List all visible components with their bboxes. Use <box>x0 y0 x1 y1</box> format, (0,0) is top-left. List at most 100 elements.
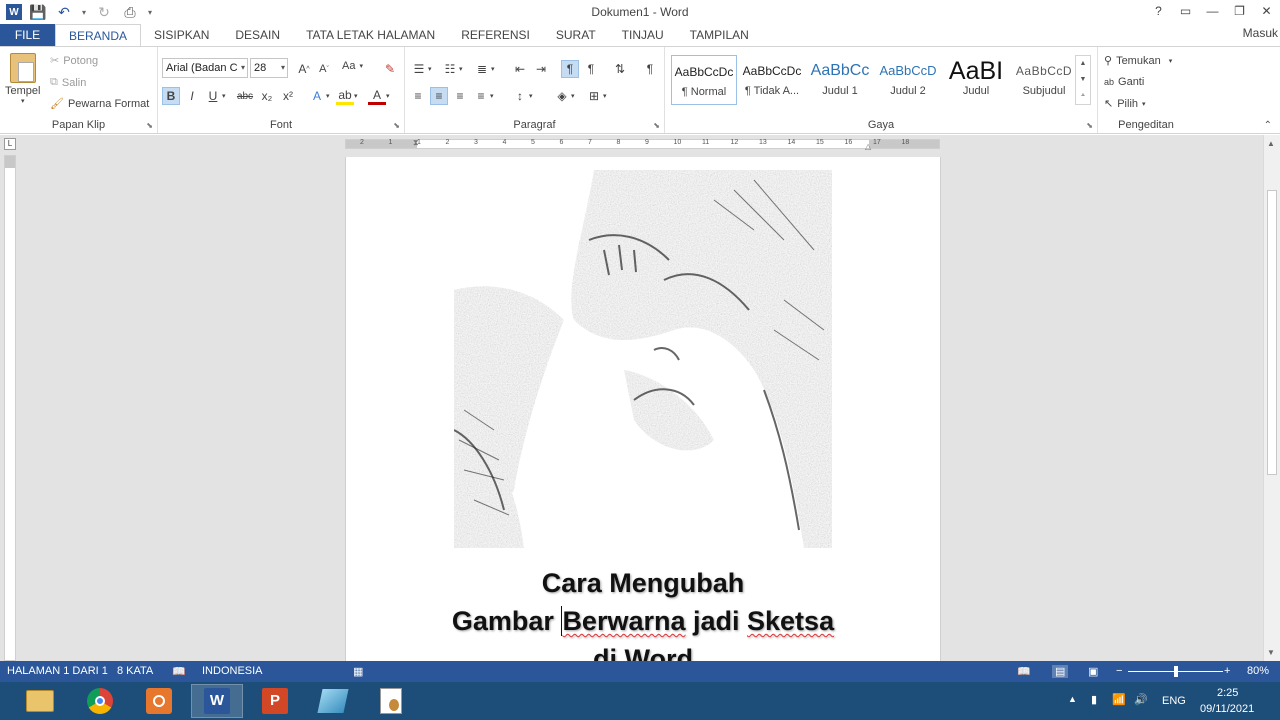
restore-button[interactable]: ❐ <box>1226 0 1253 22</box>
style-title[interactable]: AaBI Judul <box>943 55 1009 105</box>
style-normal[interactable]: AaBbCcDc ¶ Normal <box>671 55 737 105</box>
taskbar-app[interactable] <box>307 684 359 718</box>
tab-surat[interactable]: SURAT <box>543 24 609 46</box>
tab-tampilan[interactable]: TAMPILAN <box>677 24 762 46</box>
vertical-ruler[interactable] <box>4 155 16 661</box>
zoom-out-icon[interactable]: − <box>1116 665 1122 677</box>
font-color-button[interactable]: A ▾ <box>368 87 390 105</box>
tab-sisipkan[interactable]: SISIPKAN <box>141 24 222 46</box>
indent-marker[interactable]: ⧗ <box>413 138 419 148</box>
show-marks-button[interactable]: ¶ <box>641 60 659 78</box>
copy-button[interactable]: ⧉ Salin <box>50 76 86 89</box>
decrease-indent-button[interactable]: ⇤ <box>511 60 529 78</box>
tab-tata-letak[interactable]: TATA LETAK HALAMAN <box>293 24 448 46</box>
tab-tinjau[interactable]: TINJAU <box>609 24 677 46</box>
volume-icon[interactable]: 🔊 <box>1134 693 1148 706</box>
web-layout-icon[interactable]: ▣ <box>1088 665 1098 678</box>
more-icon[interactable]: ⩡ <box>1081 92 1085 100</box>
document-title-text[interactable]: Cara Mengubah Gambar Berwarna jadi Skets… <box>346 564 940 661</box>
styles-gallery-scroll[interactable]: ▲ ▼ ⩡ <box>1075 55 1091 105</box>
clock-time[interactable]: 2:25 <box>1217 687 1238 699</box>
font-name-field[interactable]: Arial (Badan C ▾ <box>162 58 248 78</box>
align-left-button[interactable]: ≡ <box>409 87 427 105</box>
word-count[interactable]: 8 KATA <box>117 665 153 677</box>
highlight-button[interactable]: ab ▾ <box>336 87 358 105</box>
help-button[interactable]: ? <box>1145 0 1172 22</box>
proofing-icon[interactable]: 📖 <box>172 665 186 678</box>
taskbar-file-explorer[interactable] <box>14 684 66 718</box>
shading-button[interactable]: ◈ ▾ <box>553 87 574 105</box>
increase-indent-button[interactable]: ⇥ <box>532 60 550 78</box>
chevron-down-icon[interactable]: ▼ <box>1080 76 1087 83</box>
document-page[interactable]: Cara Mengubah Gambar Berwarna jadi Skets… <box>345 157 941 661</box>
numbering-button[interactable]: ☷ ▾ <box>441 60 463 78</box>
change-case-button[interactable]: Aa ▾ <box>342 60 363 72</box>
clock-date[interactable]: 09/11/2021 <box>1200 703 1254 715</box>
vertical-scrollbar[interactable]: ▲ ▼ <box>1263 135 1280 661</box>
find-button[interactable]: ⚲ Temukan ▾ <box>1104 54 1172 68</box>
subscript-button[interactable]: x₂ <box>258 87 276 105</box>
styles-launcher-icon[interactable]: ⬊ <box>1086 121 1093 130</box>
taskbar-recorder[interactable] <box>133 684 185 718</box>
borders-button[interactable]: ⊞ ▾ <box>585 87 607 105</box>
scroll-up-icon[interactable]: ▲ <box>1267 139 1275 148</box>
sign-in-link[interactable]: Masuk <box>1243 26 1278 40</box>
style-subtitle[interactable]: AaBbCcD Subjudul <box>1011 55 1077 105</box>
select-button[interactable]: ↖ Pilih ▾ <box>1104 97 1146 111</box>
chevron-up-icon[interactable]: ▲ <box>1080 60 1087 67</box>
paste-button[interactable]: Tempel ▾ <box>5 53 40 105</box>
align-center-button[interactable]: ≡ <box>430 87 448 105</box>
taskbar-word[interactable]: W <box>191 684 243 718</box>
clipboard-launcher-icon[interactable]: ⬊ <box>146 121 153 130</box>
zoom-level[interactable]: 80% <box>1247 665 1269 677</box>
scroll-down-icon[interactable]: ▼ <box>1267 648 1275 657</box>
ltr-button[interactable]: ¶ <box>561 60 579 78</box>
tray-expand-icon[interactable]: ▲ <box>1068 694 1077 704</box>
shrink-font-button[interactable]: Aˇ <box>315 60 333 78</box>
replace-button[interactable]: ab Ganti <box>1104 76 1144 88</box>
language-tray[interactable]: ENG <box>1162 695 1186 707</box>
superscript-button[interactable]: x² <box>279 87 297 105</box>
line-spacing-button[interactable]: ↕ ▾ <box>511 87 533 105</box>
rtl-button[interactable]: ¶ <box>582 60 600 78</box>
font-size-field[interactable]: 28 ▾ <box>250 58 288 78</box>
tab-referensi[interactable]: REFERENSI <box>448 24 543 46</box>
style-no-spacing[interactable]: AaBbCcDc ¶ Tidak A... <box>739 55 805 105</box>
clear-format-button[interactable]: ✎ <box>381 60 399 78</box>
taskbar-chrome[interactable] <box>74 684 126 718</box>
zoom-in-icon[interactable]: + <box>1224 665 1230 677</box>
scroll-thumb[interactable] <box>1267 190 1277 475</box>
tab-selector[interactable]: L <box>4 138 16 150</box>
bullets-button[interactable]: ☰ ▾ <box>410 60 432 78</box>
multilevel-list-button[interactable]: ≣ ▾ <box>473 60 495 78</box>
taskbar-powerpoint[interactable]: P <box>249 684 301 718</box>
style-heading-2[interactable]: AaBbCcD Judul 2 <box>875 55 941 105</box>
paragraph-launcher-icon[interactable]: ⬊ <box>653 121 660 130</box>
bold-button[interactable]: B <box>162 87 180 105</box>
style-heading-1[interactable]: AaBbCc Judul 1 <box>807 55 873 105</box>
cat-sketch-image[interactable] <box>454 170 832 548</box>
taskbar-notepad[interactable] <box>365 684 417 718</box>
ribbon-display-button[interactable]: ▭ <box>1172 0 1199 22</box>
network-icon[interactable]: 📶 <box>1112 693 1126 706</box>
language-indicator[interactable]: INDONESIA <box>202 665 263 677</box>
collapse-ribbon-icon[interactable]: ⌃ <box>1264 120 1272 131</box>
tab-desain[interactable]: DESAIN <box>222 24 293 46</box>
read-mode-icon[interactable]: 📖 <box>1017 665 1031 678</box>
print-layout-icon[interactable]: ▤ <box>1052 665 1069 678</box>
grow-font-button[interactable]: A ^ <box>295 60 313 78</box>
cut-button[interactable]: ✂ Potong <box>50 54 98 68</box>
close-button[interactable]: ✕ <box>1253 0 1280 22</box>
format-painter-button[interactable]: 🖌 Pewarna Format <box>50 97 149 111</box>
horizontal-ruler[interactable]: 2 1 1 2 3 4 5 6 7 8 9 10 11 12 13 14 15 16 17 18 ⧗ △ <box>345 138 940 151</box>
justify-button[interactable]: ≡ ▾ <box>472 87 493 105</box>
macro-icon[interactable]: ▦ <box>353 665 363 678</box>
underline-button[interactable]: U ▾ <box>204 87 226 105</box>
signal-icon[interactable]: ▮ <box>1091 693 1097 706</box>
page-count[interactable]: HALAMAN 1 DARI 1 <box>7 665 108 677</box>
sort-button[interactable]: ⇅ <box>611 60 629 78</box>
tab-file[interactable]: FILE <box>0 24 55 46</box>
zoom-slider-thumb[interactable] <box>1173 666 1178 677</box>
minimize-button[interactable]: — <box>1199 0 1226 22</box>
font-launcher-icon[interactable]: ⬊ <box>393 121 400 130</box>
